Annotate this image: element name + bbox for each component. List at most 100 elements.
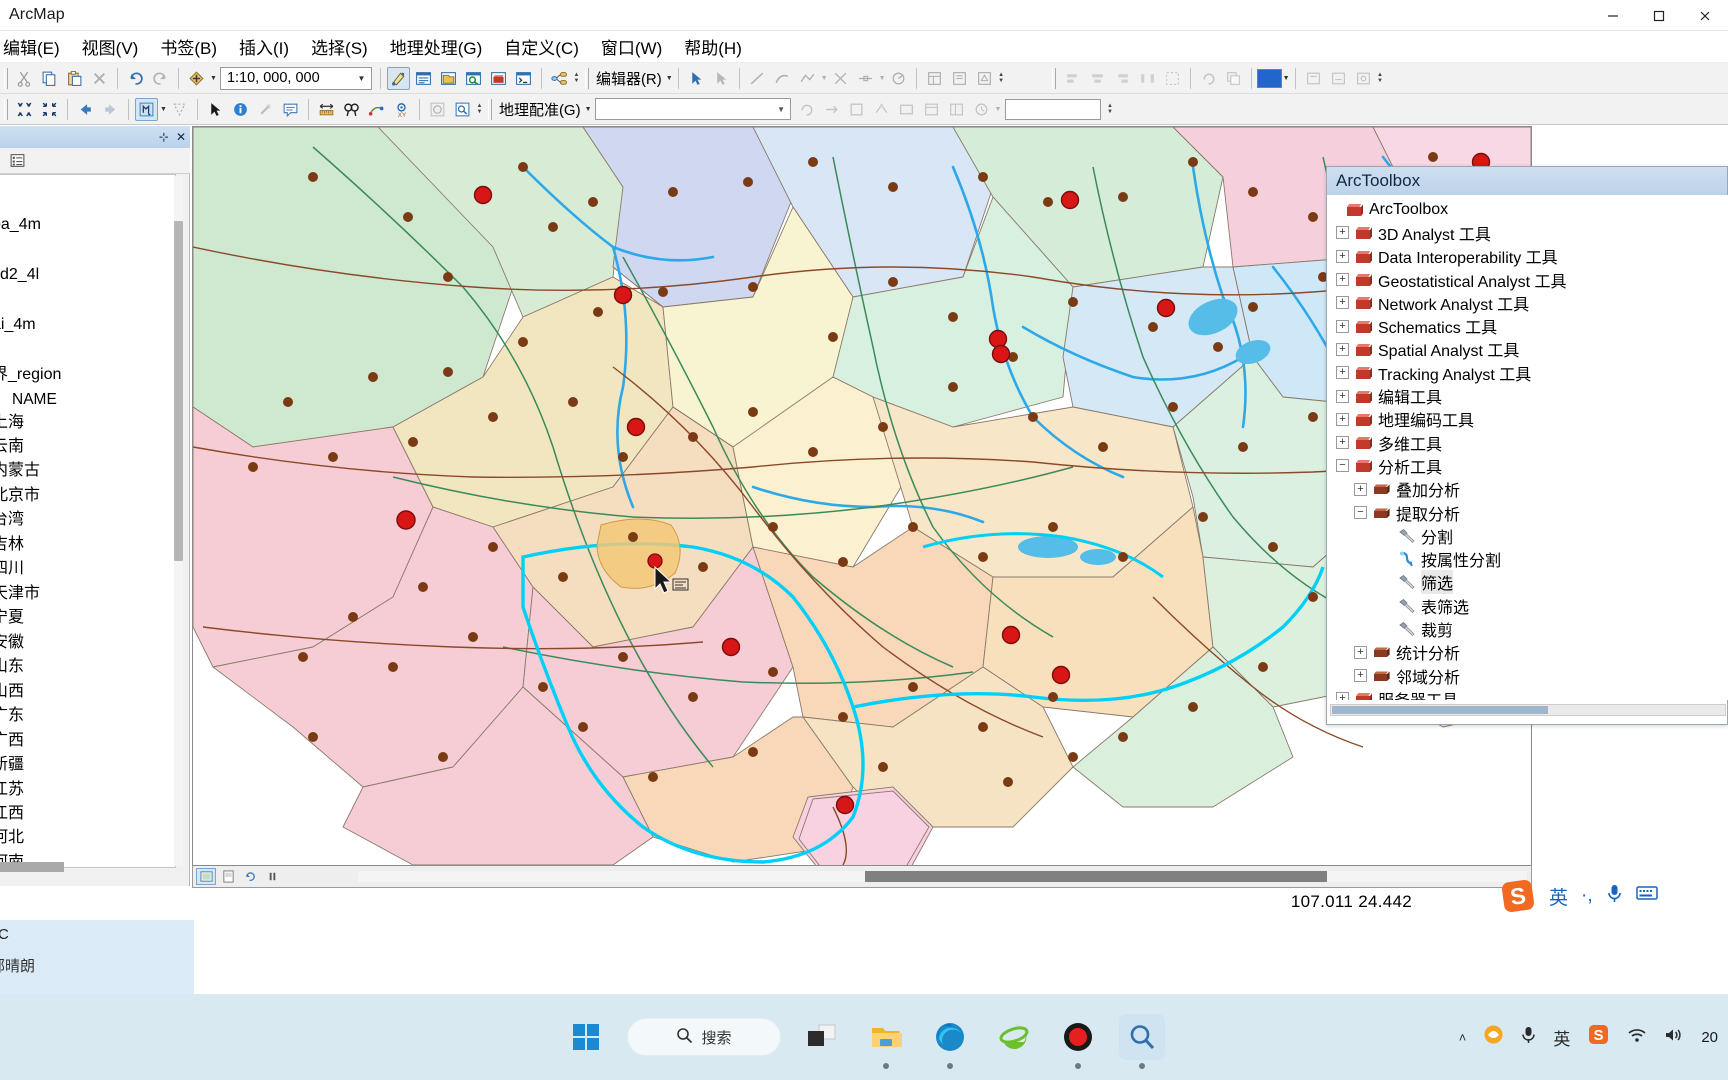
toolset-statistics[interactable]: + 统计分析: [1327, 641, 1728, 664]
toc-horizontal-scrollbar[interactable]: [0, 862, 64, 872]
toc-value-item[interactable]: 江苏: [0, 778, 175, 802]
toc-layer-hai4m[interactable]: ai_4m: [0, 311, 175, 339]
add-control-points-icon[interactable]: [870, 98, 893, 121]
arctoolbox-scrollbar-thumb[interactable]: [1332, 706, 1548, 714]
attributes-icon[interactable]: [923, 67, 946, 90]
tool-schematics[interactable]: + Schematics 工具: [1327, 314, 1728, 337]
georef-table-icon[interactable]: [945, 98, 968, 121]
tool-split[interactable]: 分割: [1327, 524, 1728, 547]
toc-value-item[interactable]: 广西: [0, 729, 175, 753]
toc-value-item[interactable]: 天津市: [0, 582, 175, 606]
time-slider-icon[interactable]: [426, 98, 449, 121]
georef-value-field[interactable]: [1005, 98, 1102, 120]
expand-icon[interactable]: +: [1336, 226, 1349, 240]
expand-icon[interactable]: +: [1336, 436, 1349, 450]
tool-geostatistical-analyst[interactable]: + Geostatistical Analyst 工具: [1327, 268, 1728, 291]
sketch-tool-icon[interactable]: [771, 67, 794, 90]
toolset-proximity[interactable]: + 邻域分析: [1327, 664, 1728, 687]
undo-icon[interactable]: [124, 67, 147, 90]
chevron-down-icon[interactable]: ▼: [773, 105, 790, 114]
toc-value-item[interactable]: 新疆: [0, 753, 175, 777]
georef-layer-combo[interactable]: ▼: [594, 98, 791, 120]
distribute-icon[interactable]: [1136, 67, 1159, 90]
tool-network-analyst[interactable]: + Network Analyst 工具: [1327, 291, 1728, 314]
model-builder-icon[interactable]: [548, 67, 571, 90]
html-popup-icon[interactable]: [279, 98, 302, 121]
toolbar-overflow-button[interactable]: ▲ ▼: [1376, 68, 1385, 89]
tool-data-interoperability[interactable]: + Data Interoperability 工具: [1327, 245, 1728, 268]
microphone-icon[interactable]: [1521, 1025, 1536, 1049]
toc-value-item[interactable]: 宁夏: [0, 606, 175, 630]
microphone-icon[interactable]: [1606, 883, 1623, 909]
create-viewer-icon[interactable]: [451, 98, 474, 121]
keyboard-icon[interactable]: [1635, 885, 1658, 907]
layout-view-icon[interactable]: [218, 868, 238, 885]
add-data-dropdown-icon[interactable]: ▼: [210, 75, 217, 82]
tool-geocoding[interactable]: + 地理编码工具: [1327, 408, 1728, 431]
direction-tool-icon[interactable]: [887, 67, 910, 90]
tool-multidimension[interactable]: + 多维工具: [1327, 431, 1728, 454]
toc-value-item[interactable]: 山西: [0, 680, 175, 704]
toc-value-item[interactable]: 上海: [0, 411, 175, 435]
measure-icon[interactable]: [315, 98, 338, 121]
zoom-out-icon[interactable]: [38, 98, 61, 121]
collapse-icon[interactable]: −: [1354, 506, 1367, 519]
ime-mode-label[interactable]: 英: [1549, 883, 1568, 910]
edge-button[interactable]: [927, 1014, 973, 1069]
toc-layer-bou4m[interactable]: oa_4m: [0, 211, 175, 239]
chevron-up-icon[interactable]: ˄: [1459, 1030, 1467, 1045]
toc-value-item[interactable]: 江西: [0, 802, 175, 826]
trace-tool-icon[interactable]: [796, 67, 819, 90]
select-graphic-icon[interactable]: [168, 98, 191, 121]
editor-dropdown-icon[interactable]: ▼: [666, 75, 673, 82]
pause-icon[interactable]: [262, 868, 282, 885]
edit-annotation-icon[interactable]: [710, 67, 733, 90]
tool-3d-analyst[interactable]: +3D Analyst 工具: [1327, 221, 1728, 244]
arctoolbox-tree[interactable]: ArcToolbox +3D Analyst 工具 + Data Interopera…: [1327, 195, 1728, 700]
toolbar-grip[interactable]: [4, 67, 8, 89]
toolset-extract[interactable]: − 提取分析: [1327, 501, 1728, 524]
align-right-icon[interactable]: [1111, 67, 1134, 90]
toc-value-item[interactable]: 台湾: [0, 508, 175, 532]
weather-widget[interactable]: °C 部晴朗: [0, 920, 194, 994]
sogou-pinyin-icon[interactable]: [1483, 1024, 1504, 1050]
create-features-icon[interactable]: [973, 67, 996, 90]
toc-value-item[interactable]: 云南: [0, 435, 175, 459]
menu-item-edit[interactable]: 编辑(E): [0, 32, 71, 61]
chevron-down-icon[interactable]: ▼: [352, 74, 371, 83]
go-xy-icon[interactable]: XY: [390, 98, 413, 121]
editor-toolbar-icon[interactable]: [386, 66, 410, 90]
toolbar-overflow-button[interactable]: ▲ ▼: [572, 68, 581, 89]
ie-button[interactable]: [991, 1014, 1037, 1060]
expand-icon[interactable]: +: [1336, 692, 1349, 700]
fill-color-dropdown-icon[interactable]: ▼: [1283, 75, 1290, 82]
menu-item-view[interactable]: 视图(V): [71, 32, 150, 61]
pan-icon[interactable]: [135, 97, 158, 121]
menu-item-help[interactable]: 帮助(H): [673, 32, 753, 61]
italic-icon[interactable]: [1327, 67, 1350, 90]
align-center-icon[interactable]: [1086, 67, 1109, 90]
map-horizontal-scrollbar-thumb[interactable]: [865, 871, 1327, 882]
maximize-button[interactable]: [1636, 0, 1682, 31]
scale-georef-icon[interactable]: [845, 98, 868, 121]
close-button[interactable]: [1682, 0, 1728, 31]
tool-clip[interactable]: 裁剪: [1327, 617, 1728, 640]
georeferencing-menu-label[interactable]: 地理配准(G): [496, 99, 584, 120]
find-route-icon[interactable]: [365, 98, 388, 121]
sogou-logo-icon[interactable]: S: [1500, 878, 1536, 914]
group-icon[interactable]: [1161, 67, 1184, 90]
georef-more-dropdown-icon[interactable]: ▼: [995, 106, 1002, 113]
menu-item-bookmarks[interactable]: 书签(B): [149, 32, 228, 61]
expand-icon[interactable]: +: [1336, 296, 1349, 310]
trace-dropdown-icon[interactable]: ▼: [821, 75, 828, 82]
catalog-icon[interactable]: [437, 67, 460, 90]
wifi-icon[interactable]: [1627, 1027, 1647, 1048]
toc-value-item[interactable]: 河北: [0, 826, 175, 850]
midpoint-dropdown-icon[interactable]: ▼: [879, 75, 886, 82]
shift-georef-icon[interactable]: [820, 98, 843, 121]
expand-icon[interactable]: +: [1336, 319, 1349, 333]
update-georef-icon[interactable]: [970, 98, 993, 121]
toc-value-item[interactable]: 山东: [0, 655, 175, 679]
data-view-icon[interactable]: [196, 868, 216, 885]
expand-icon[interactable]: +: [1354, 645, 1367, 659]
